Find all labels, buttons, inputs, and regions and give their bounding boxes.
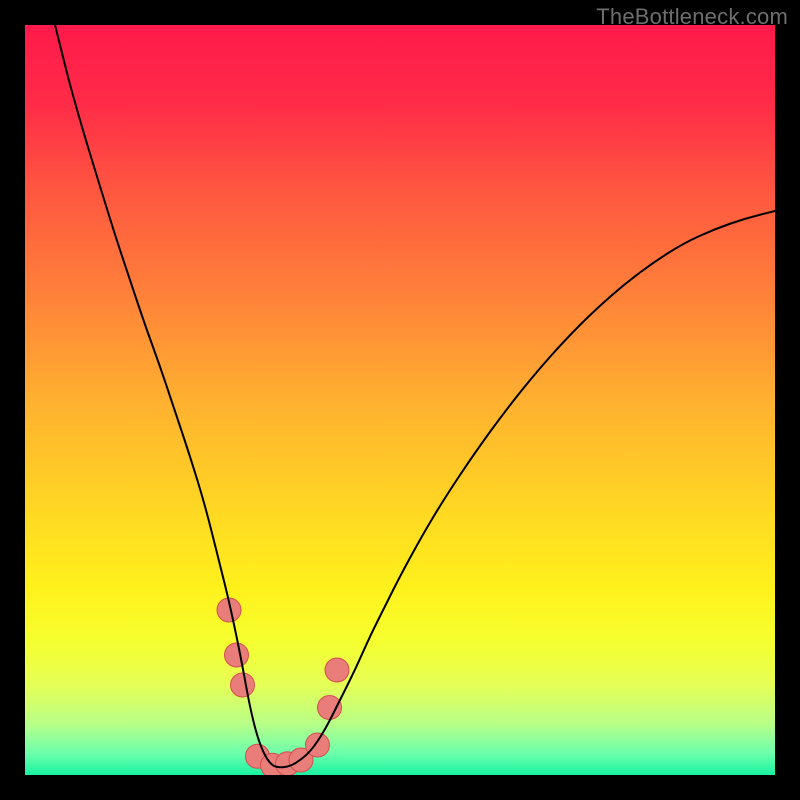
- gradient-background: [25, 25, 775, 775]
- chart-svg: [25, 25, 775, 775]
- chart-frame: TheBottleneck.com: [0, 0, 800, 800]
- data-marker: [231, 673, 255, 697]
- data-marker: [318, 696, 342, 720]
- data-marker: [225, 643, 249, 667]
- plot-area: [25, 25, 775, 775]
- data-marker: [325, 658, 349, 682]
